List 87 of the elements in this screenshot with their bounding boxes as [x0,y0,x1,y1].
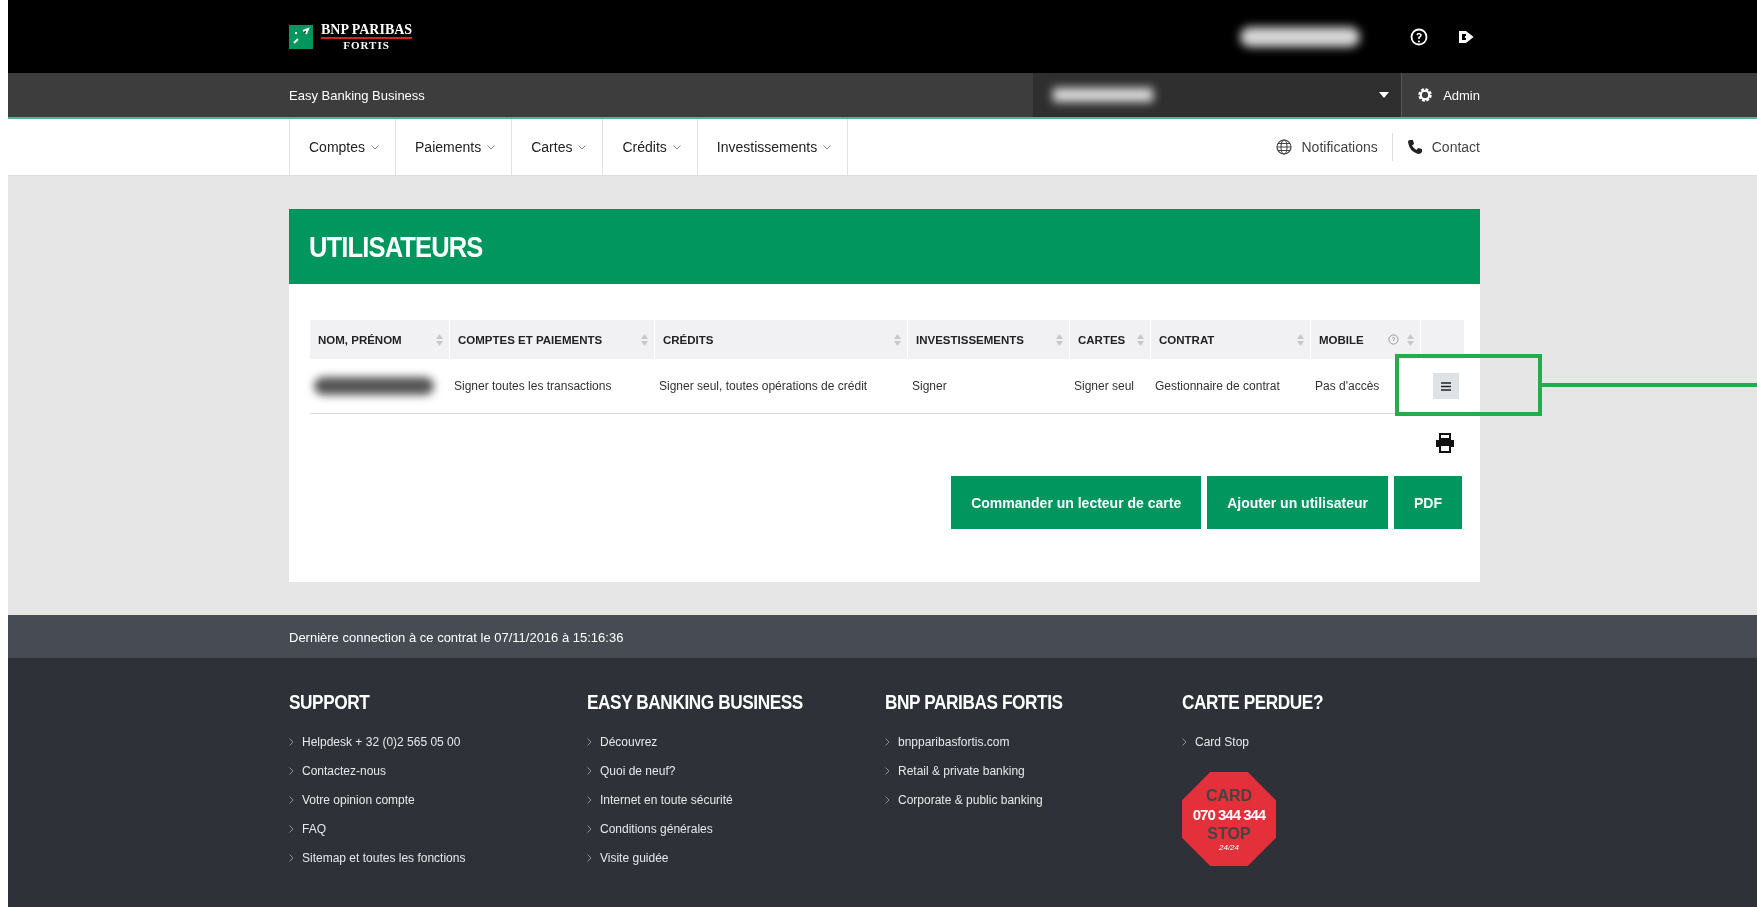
chevron-right-icon [587,737,592,746]
table-cell: Signer toutes les transactions [454,379,612,393]
footer-link[interactable]: Sitemap et toutes les fonctions [302,850,466,865]
contact-link[interactable]: Contact [1391,133,1480,161]
menu-icon [1441,381,1451,391]
footer-link[interactable]: Card Stop [1195,734,1250,749]
chevron-right-icon [587,766,592,775]
nav-menu-item[interactable]: Cartes [511,119,603,175]
sort-icon[interactable] [1137,333,1144,346]
table-cell: Signer [912,379,947,393]
chevron-right-icon [587,824,592,833]
caret-down-icon [1379,92,1390,98]
admin-link[interactable]: Admin [1401,73,1480,117]
footer-link[interactable]: Visite guidée [600,850,669,865]
action-button[interactable]: PDF [1394,476,1462,529]
contract-select[interactable] [1033,73,1402,117]
chevron-right-icon [587,853,592,862]
app-name: Easy Banking Business [289,87,425,103]
chevron-right-icon [289,824,294,833]
chevron-down-icon [672,144,681,150]
chevron-right-icon [885,795,890,804]
page-title: UTILISATEURS [309,229,483,264]
chevron-right-icon [289,853,294,862]
sort-icon[interactable] [1297,333,1304,346]
footer-link[interactable]: Retail & private banking [898,763,1025,778]
footer-link[interactable]: Contactez-nous [302,763,387,778]
chevron-right-icon [1182,737,1187,746]
phone-icon [1406,139,1423,155]
chevron-right-icon [587,795,592,804]
logo-text: BNP PARIBAS [321,22,413,39]
column-header: MOBILE [1319,333,1364,346]
sort-icon[interactable] [1407,333,1414,346]
footer-heading: SUPPORT [289,690,371,714]
last-login-text: Dernière connection à ce contrat le 07/11/2016 à 15:16:36 [289,629,624,645]
nav-menu-item[interactable]: Paiements [395,119,512,175]
chevron-down-icon [371,144,380,150]
chevron-down-icon [823,144,832,150]
help-icon[interactable] [1410,27,1428,46]
sort-icon[interactable] [1056,333,1063,346]
chevron-right-icon [289,766,294,775]
footer-link[interactable]: FAQ [302,821,326,836]
table-cell: Signer seul [1074,379,1135,393]
nav-menu-item[interactable]: Crédits [602,119,697,175]
column-header: CRÉDITS [663,333,714,346]
logo-icon [289,24,313,49]
footer-link[interactable]: Conditions générales [600,821,713,836]
stop-text: CARD [1205,786,1253,805]
sort-icon[interactable] [894,333,901,346]
printer-icon[interactable] [1434,432,1456,454]
footer-heading: EASY BANKING BUSINESS [587,690,804,714]
gear-icon [1416,86,1435,104]
notifications-link[interactable]: Notifications [1262,139,1378,155]
action-button[interactable]: Commander un lecteur de carte [951,476,1202,529]
footer-link[interactable]: bnpparibasfortis.com [898,734,1010,749]
globe-icon [1276,139,1293,155]
action-button[interactable]: Ajouter un utilisateur [1207,476,1388,529]
footer-link[interactable]: Quoi de neuf? [600,763,676,778]
footer-link[interactable]: Internet en toute sécurité [600,792,733,807]
footer-heading: BNP PARIBAS FORTIS [885,690,1064,714]
chevron-down-icon [578,144,587,150]
stop-number: 070 344 344 [1192,804,1266,825]
column-header: CARTES [1078,333,1126,346]
stop-text: STOP [1207,824,1251,843]
footer-link[interactable]: Découvrez [600,734,658,749]
chevron-right-icon [885,766,890,775]
column-header: COMPTES ET PAIEMENTS [458,333,603,346]
column-header: NOM, PRÉNOM [318,333,402,346]
footer-link[interactable]: Votre opinion compte [302,792,415,807]
chevron-right-icon [289,795,294,804]
sort-icon[interactable] [436,333,443,346]
logo-text: FORTIS [342,39,391,51]
chevron-right-icon [885,737,890,746]
column-header: INVESTISSEMENTS [916,333,1024,346]
nav-menu-item[interactable]: Investissements [696,119,849,175]
column-header: CONTRAT [1159,333,1215,346]
stop-hours: 24/24 [1219,842,1239,852]
chevron-down-icon [487,144,496,150]
chevron-right-icon [289,737,294,746]
table-cell: Gestionnaire de contrat [1155,379,1280,393]
footer-link[interactable]: Corporate & public banking [898,792,1043,807]
table-cell: Pas d'accès [1315,379,1380,393]
table-cell: Signer seul, toutes opérations de crédit [659,379,868,393]
footer-heading: CARTE PERDUE? [1182,690,1325,714]
sort-icon[interactable] [641,333,648,346]
menu-button[interactable] [1433,373,1459,399]
nav-menu-item[interactable]: Comptes [289,119,396,175]
footer-link[interactable]: Helpdesk + 32 (0)2 565 05 00 [302,734,461,749]
